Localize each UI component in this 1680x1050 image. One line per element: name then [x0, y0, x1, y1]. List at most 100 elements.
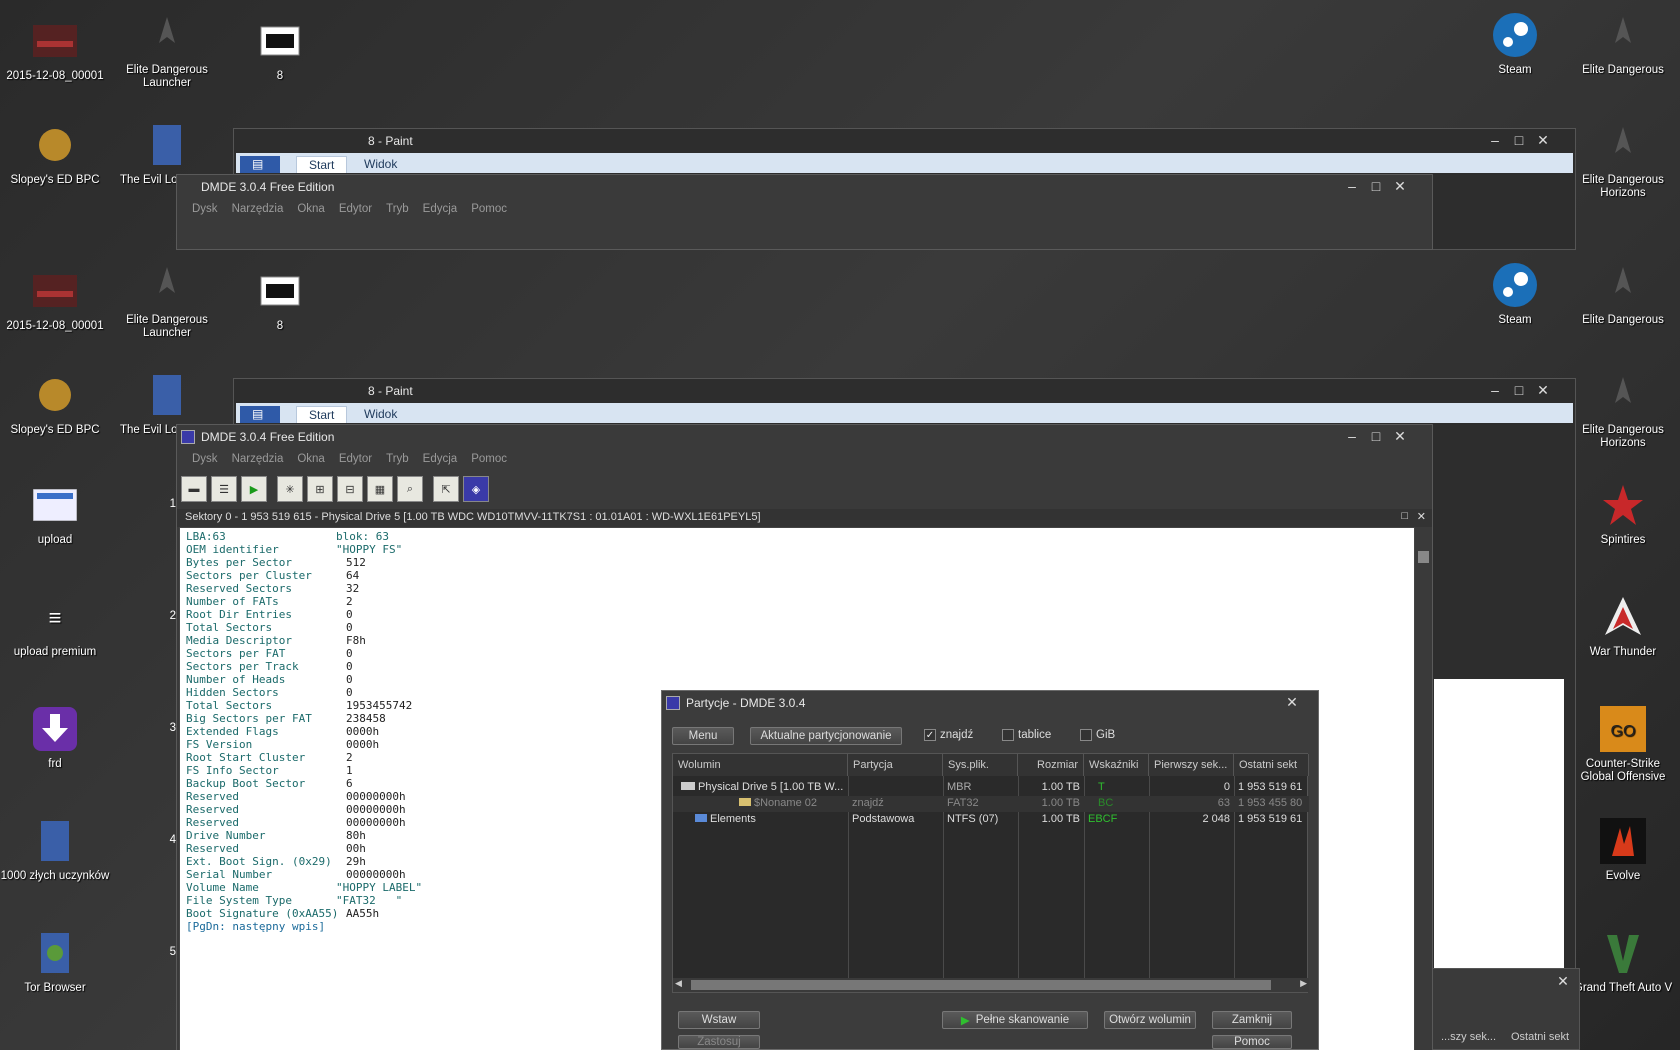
search-list-icon[interactable]: ⌕ [397, 476, 423, 502]
scrollbar-thumb[interactable] [691, 980, 1271, 990]
close-icon[interactable]: ✕ [1390, 178, 1410, 195]
desktop-icon[interactable]: 8 [225, 264, 335, 333]
menu-button[interactable]: Menu [672, 727, 734, 745]
desktop-icon[interactable]: Elite Dangerous Launcher [112, 8, 222, 90]
desktop-icon-label[interactable]: 2 [140, 610, 176, 622]
close-icon[interactable]: ✕ [1533, 132, 1553, 149]
vertical-scrollbar[interactable] [1415, 527, 1432, 1050]
table-row[interactable]: Physical Drive 5 [1.00 TB W... MBR 1.00 … [673, 780, 1309, 796]
dmde-window[interactable]: DMDE 3.0.4 Free Edition – □ ✕ Dysk Narzę… [176, 174, 1433, 250]
checkbox-unchecked[interactable] [1080, 729, 1092, 741]
menu-pomoc[interactable]: Pomoc [464, 199, 514, 221]
desktop-icon[interactable]: Steam [1460, 8, 1570, 77]
menu-pomoc[interactable]: Pomoc [464, 449, 514, 471]
menu-narzedzia[interactable]: Narzędzia [225, 449, 291, 471]
desktop-icon-label[interactable]: 5 [140, 946, 176, 958]
close-icon[interactable]: ✕ [1417, 510, 1426, 523]
desktop-icon[interactable]: Elite Dangerous Horizons [1568, 118, 1678, 200]
dmde-logo-icon[interactable]: ◈ [463, 476, 489, 502]
desktop-icon[interactable]: Spintires [1568, 478, 1678, 547]
desktop-icon[interactable]: 1000 złych uczynków [0, 814, 110, 883]
open-volume-button[interactable]: Otwórz wolumin [1104, 1011, 1196, 1029]
desktop-icon[interactable]: Elite Dangerous [1568, 258, 1678, 327]
desktop-icon[interactable]: Slopey's ED BPC [0, 118, 110, 187]
column-header[interactable]: Ostatni sekt [1234, 754, 1309, 776]
paint-menu-button[interactable]: ▤ ▾ [240, 406, 280, 435]
maximize-icon[interactable]: □ [1401, 510, 1408, 522]
paint-title-bar[interactable]: 8 - Paint [234, 129, 1575, 153]
desktop-icon[interactable]: upload [0, 478, 110, 547]
current-partitioning-button[interactable]: Aktualne partycjonowanie [750, 727, 902, 745]
close-icon[interactable]: ✕ [1553, 973, 1573, 990]
tab-start[interactable]: Start [296, 406, 348, 423]
desktop-icon[interactable]: 8 [225, 14, 335, 83]
desktop-icon-label[interactable]: 1 [140, 498, 176, 510]
tree-icon[interactable]: ⊞ [307, 476, 333, 502]
export-icon[interactable]: ⇱ [433, 476, 459, 502]
close-icon[interactable]: ✕ [1390, 428, 1410, 445]
column-header[interactable]: Pierwszy sek... [1149, 754, 1234, 776]
minimize-icon[interactable]: – [1342, 428, 1362, 444]
full-scan-button[interactable]: ▶ Pełne skanowanie [942, 1011, 1088, 1029]
menu-edycja[interactable]: Edycja [416, 199, 465, 221]
dialog-title-bar[interactable]: Partycje - DMDE 3.0.4 [662, 691, 1318, 715]
gib-checkbox[interactable]: GiB [1080, 729, 1115, 741]
checkbox-unchecked[interactable] [1002, 729, 1014, 741]
menu-okna[interactable]: Okna [290, 199, 332, 221]
dmde-title-bar[interactable]: DMDE 3.0.4 Free Edition [177, 175, 1432, 199]
menu-edycja[interactable]: Edycja [416, 449, 465, 471]
desktop-icon-label[interactable]: 3 [140, 722, 176, 734]
find-checkbox[interactable]: ✓ znajdź [924, 729, 973, 741]
partitions-dialog[interactable]: Partycje - DMDE 3.0.4 ✕ Menu Aktualne pa… [661, 690, 1319, 1050]
desktop-icon[interactable]: Evolve [1568, 814, 1678, 883]
dmde-title-bar[interactable]: DMDE 3.0.4 Free Edition [177, 425, 1432, 449]
desktop-icon[interactable]: ≡ upload premium [0, 590, 110, 659]
desktop-icon[interactable]: Slopey's ED BPC [0, 368, 110, 437]
horizontal-scrollbar[interactable]: ◀ ▶ [673, 978, 1309, 992]
table-row[interactable]: Elements Podstawowa NTFS (07) 1.00 TB EB… [673, 812, 1309, 828]
tables-checkbox[interactable]: tablice [1002, 729, 1051, 741]
disk-icon[interactable]: ▬ [181, 476, 207, 502]
play-icon[interactable]: ▶ [241, 476, 267, 502]
maximize-icon[interactable]: □ [1509, 132, 1529, 148]
menu-tryb[interactable]: Tryb [379, 199, 416, 221]
close-icon[interactable]: ✕ [1533, 382, 1553, 399]
help-button[interactable]: Pomoc [1212, 1035, 1292, 1049]
tab-start[interactable]: Start [296, 156, 348, 173]
table-row[interactable]: $Noname 02 znajdź FAT32 1.00 TB BC 63 1 … [673, 796, 1309, 812]
column-header[interactable]: Partycja [848, 754, 943, 776]
menu-edytor[interactable]: Edytor [332, 199, 379, 221]
checkbox-checked[interactable]: ✓ [924, 729, 936, 741]
apply-button[interactable]: Zastosuj [678, 1035, 760, 1049]
maximize-icon[interactable]: □ [1366, 428, 1386, 444]
desktop-icon[interactable]: Elite Dangerous Launcher [112, 258, 222, 340]
desktop-icon-label[interactable]: 4 [140, 834, 176, 846]
desktop-icon[interactable]: 2015-12-08_00001 [0, 264, 110, 333]
maximize-icon[interactable]: □ [1509, 382, 1529, 398]
close-icon[interactable]: ✕ [1282, 694, 1302, 711]
menu-narzedzia[interactable]: Narzędzia [225, 199, 291, 221]
tab-view[interactable]: Widok [352, 406, 409, 423]
scrollbar-thumb[interactable] [1418, 551, 1429, 563]
minimize-icon[interactable]: – [1342, 178, 1362, 194]
desktop-icon[interactable]: Grand Theft Auto V [1568, 926, 1678, 995]
close-button[interactable]: Zamknij [1212, 1011, 1292, 1029]
desktop-icon[interactable]: Tor Browser [0, 926, 110, 995]
paint-title-bar[interactable]: 8 - Paint [234, 379, 1575, 403]
menu-tryb[interactable]: Tryb [379, 449, 416, 471]
desktop-icon[interactable]: Elite Dangerous Horizons [1568, 368, 1678, 450]
insert-button[interactable]: Wstaw [678, 1011, 760, 1029]
desktop-icon[interactable]: 2015-12-08_00001 [0, 14, 110, 83]
grid-icon[interactable]: ▦ [367, 476, 393, 502]
tree-list-icon[interactable]: ⊟ [337, 476, 363, 502]
column-header[interactable]: Wolumin [673, 754, 848, 776]
column-header[interactable]: Rozmiar [1018, 754, 1084, 776]
menu-dysk[interactable]: Dysk [185, 449, 225, 471]
scroll-left-icon[interactable]: ◀ [675, 978, 682, 989]
scroll-right-icon[interactable]: ▶ [1300, 978, 1307, 989]
desktop-icon[interactable]: Elite Dangerous [1568, 8, 1678, 77]
partitions-table[interactable]: Wolumin Partycja Sys.plik. Rozmiar Wskaź… [672, 753, 1309, 993]
desktop-icon[interactable]: War Thunder [1568, 590, 1678, 659]
menu-dysk[interactable]: Dysk [185, 199, 225, 221]
list-icon[interactable]: ☰ [211, 476, 237, 502]
